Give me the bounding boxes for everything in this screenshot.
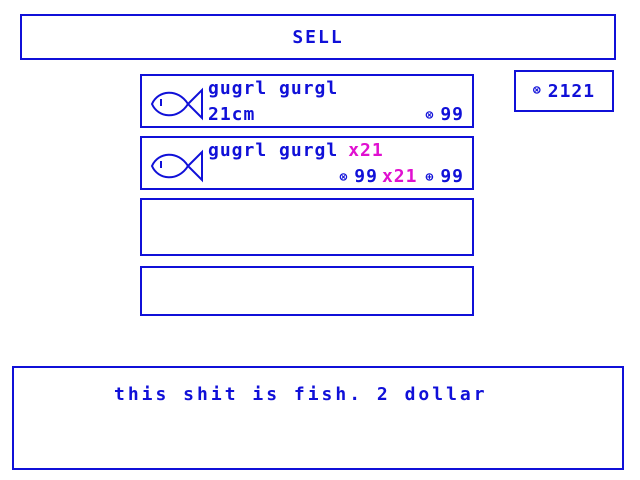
fish-icon xyxy=(150,87,203,121)
fish-quantity: x21 xyxy=(348,140,384,161)
dialog-box[interactable]: this shit is fish. 2 dollar xyxy=(12,366,624,470)
total-price: 99 xyxy=(440,166,464,187)
unit-price: 99 xyxy=(354,166,378,187)
inventory-slot-4[interactable] xyxy=(140,266,474,316)
fish-size: 21cm xyxy=(208,104,256,125)
coin-icon: ⊕ xyxy=(425,170,435,185)
fish-price: ⊗ 99 xyxy=(425,104,464,125)
inventory-slot-3[interactable] xyxy=(140,198,474,256)
title-bar: SELL xyxy=(20,14,616,60)
price-multiplier: x21 xyxy=(381,166,418,187)
wallet-display: ⊗ 2121 xyxy=(514,70,614,112)
coin-icon: ⊗ xyxy=(339,170,349,185)
fish-name: gugrl gurgl x21 xyxy=(208,140,384,161)
inventory-slot-1[interactable]: gugrl gurgl 21cm ⊗ 99 xyxy=(140,74,474,128)
wallet-amount: 2121 xyxy=(547,80,596,102)
inventory-slot-2[interactable]: gugrl gurgl x21 ⊗ 99 x21 ⊕ 99 xyxy=(140,136,474,190)
fish-total-price: ⊗ 99 x21 ⊕ 99 xyxy=(339,166,464,187)
fish-name: gugrl gurgl xyxy=(208,78,339,99)
coin-icon: ⊗ xyxy=(532,82,542,98)
screen-title: SELL xyxy=(292,26,344,48)
dialog-text: this shit is fish. 2 dollar xyxy=(114,384,488,405)
coin-icon: ⊗ xyxy=(425,108,435,123)
fish-icon xyxy=(150,149,203,183)
